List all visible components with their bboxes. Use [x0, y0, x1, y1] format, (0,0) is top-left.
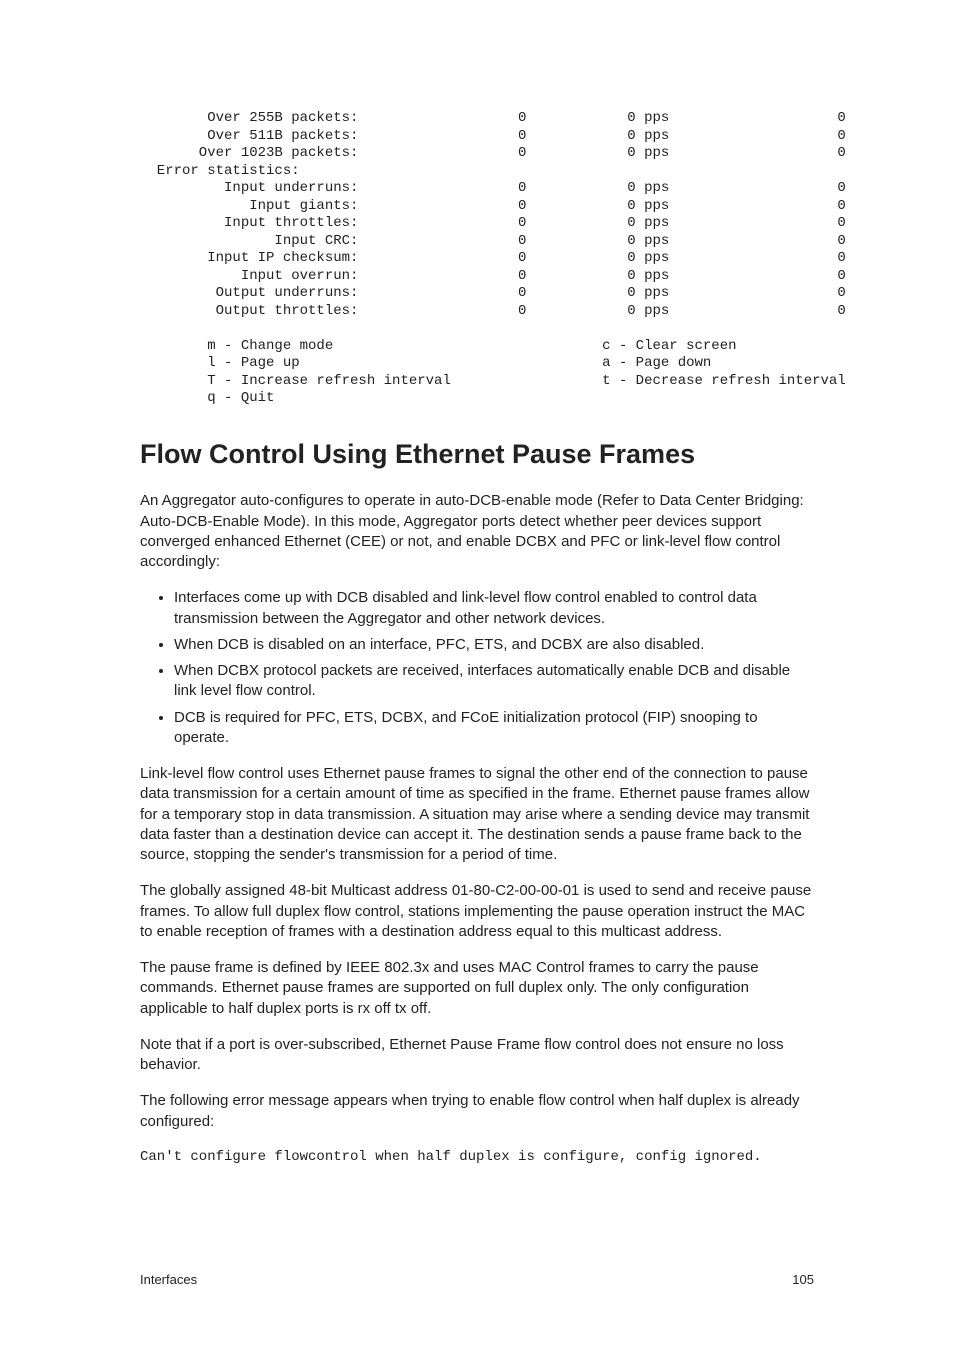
page-footer: Interfaces 105: [140, 1271, 814, 1289]
paragraph-multicast: The globally assigned 48-bit Multicast a…: [140, 881, 814, 942]
terminal-stats-block: Over 255B packets: 0 0 pps 0 Over 511B p…: [140, 110, 814, 408]
section-heading: Flow Control Using Ethernet Pause Frames: [140, 436, 814, 474]
paragraph-ieee: The pause frame is defined by IEEE 802.3…: [140, 958, 814, 1019]
list-item: Interfaces come up with DCB disabled and…: [174, 588, 814, 629]
list-item: When DCBX protocol packets are received,…: [174, 661, 814, 702]
footer-page-number: 105: [792, 1271, 814, 1289]
list-item: When DCB is disabled on an interface, PF…: [174, 635, 814, 655]
paragraph-oversub: Note that if a port is over-subscribed, …: [140, 1035, 814, 1076]
list-item: DCB is required for PFC, ETS, DCBX, and …: [174, 708, 814, 749]
footer-chapter: Interfaces: [140, 1271, 197, 1289]
error-message-line: Can't configure flowcontrol when half du…: [140, 1148, 814, 1168]
paragraph-errnote: The following error message appears when…: [140, 1091, 814, 1132]
bullet-list: Interfaces come up with DCB disabled and…: [140, 588, 814, 748]
paragraph-linklevel: Link-level flow control uses Ethernet pa…: [140, 764, 814, 865]
paragraph-intro: An Aggregator auto-configures to operate…: [140, 491, 814, 572]
